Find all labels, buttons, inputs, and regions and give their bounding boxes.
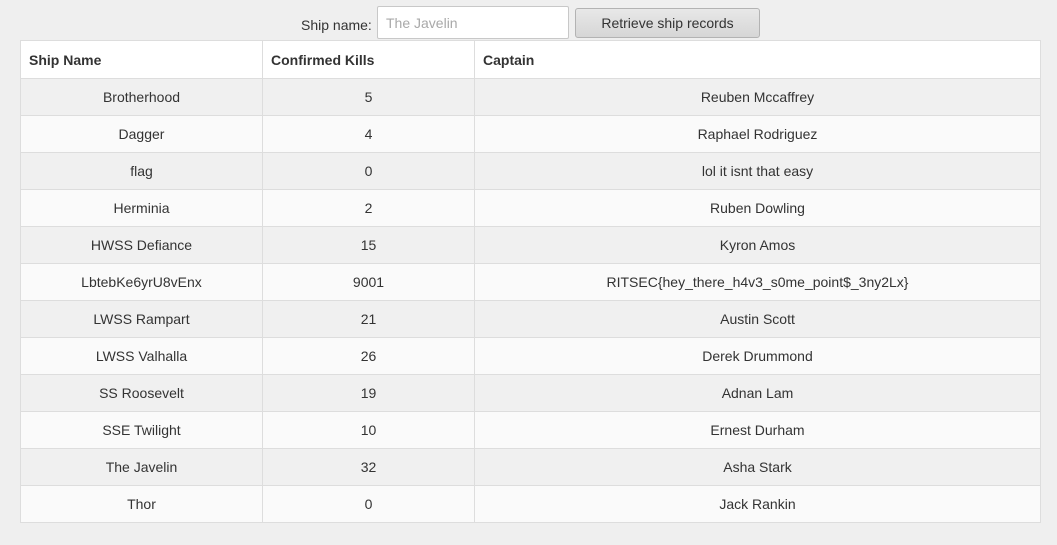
captain-cell: Ernest Durham — [474, 411, 1041, 449]
table-header-row: Ship Name Confirmed Kills Captain — [20, 40, 1041, 79]
kills-cell: 0 — [262, 485, 475, 523]
kills-cell: 4 — [262, 115, 475, 153]
table-row: SS Roosevelt 19 Adnan Lam — [20, 374, 1041, 412]
kills-cell: 9001 — [262, 263, 475, 301]
kills-cell: 5 — [262, 78, 475, 116]
captain-cell: Derek Drummond — [474, 337, 1041, 375]
ship-name-cell: Brotherhood — [20, 78, 263, 116]
captain-cell: Jack Rankin — [474, 485, 1041, 523]
ship-name-cell: Thor — [20, 485, 263, 523]
kills-cell: 26 — [262, 337, 475, 375]
ship-name-cell: SSE Twilight — [20, 411, 263, 449]
header-ship-name: Ship Name — [20, 40, 263, 79]
table-row: The Javelin 32 Asha Stark — [20, 448, 1041, 486]
ship-name-cell: Dagger — [20, 115, 263, 153]
ship-records-table: Ship Name Confirmed Kills Captain Brothe… — [20, 40, 1041, 523]
captain-cell: Asha Stark — [474, 448, 1041, 486]
kills-cell: 2 — [262, 189, 475, 227]
ship-records-table-container: Ship Name Confirmed Kills Captain Brothe… — [20, 40, 1041, 523]
ship-name-cell: LbtebKe6yrU8vEnx — [20, 263, 263, 301]
kills-cell: 0 — [262, 152, 475, 190]
captain-cell: Raphael Rodriguez — [474, 115, 1041, 153]
captain-cell: Reuben Mccaffrey — [474, 78, 1041, 116]
ship-name-cell: LWSS Valhalla — [20, 337, 263, 375]
retrieve-ship-records-button[interactable]: Retrieve ship records — [575, 8, 760, 38]
captain-cell: Adnan Lam — [474, 374, 1041, 412]
kills-cell: 10 — [262, 411, 475, 449]
captain-cell: RITSEC{hey_there_h4v3_s0me_point$_3ny2Lx… — [474, 263, 1041, 301]
kills-cell: 15 — [262, 226, 475, 264]
ship-name-cell: LWSS Rampart — [20, 300, 263, 338]
table-row: Brotherhood 5 Reuben Mccaffrey — [20, 78, 1041, 116]
captain-cell: lol it isnt that easy — [474, 152, 1041, 190]
kills-cell: 21 — [262, 300, 475, 338]
table-row: flag 0 lol it isnt that easy — [20, 152, 1041, 190]
table-row: Thor 0 Jack Rankin — [20, 485, 1041, 523]
captain-cell: Kyron Amos — [474, 226, 1041, 264]
ship-name-cell: The Javelin — [20, 448, 263, 486]
header-confirmed-kills: Confirmed Kills — [262, 40, 475, 79]
search-bar: Ship name: Retrieve ship records — [0, 6, 1057, 39]
ship-name-input[interactable] — [377, 6, 569, 39]
ship-name-cell: Herminia — [20, 189, 263, 227]
captain-cell: Austin Scott — [474, 300, 1041, 338]
table-row: Herminia 2 Ruben Dowling — [20, 189, 1041, 227]
ship-name-cell: HWSS Defiance — [20, 226, 263, 264]
ship-name-cell: flag — [20, 152, 263, 190]
table-row: HWSS Defiance 15 Kyron Amos — [20, 226, 1041, 264]
table-row: LWSS Valhalla 26 Derek Drummond — [20, 337, 1041, 375]
table-row: Dagger 4 Raphael Rodriguez — [20, 115, 1041, 153]
captain-cell: Ruben Dowling — [474, 189, 1041, 227]
header-captain: Captain — [474, 40, 1041, 79]
table-row: SSE Twilight 10 Ernest Durham — [20, 411, 1041, 449]
ship-name-cell: SS Roosevelt — [20, 374, 263, 412]
table-row: LbtebKe6yrU8vEnx 9001 RITSEC{hey_there_h… — [20, 263, 1041, 301]
kills-cell: 32 — [262, 448, 475, 486]
ship-name-label: Ship name: — [301, 17, 372, 33]
table-row: LWSS Rampart 21 Austin Scott — [20, 300, 1041, 338]
kills-cell: 19 — [262, 374, 475, 412]
